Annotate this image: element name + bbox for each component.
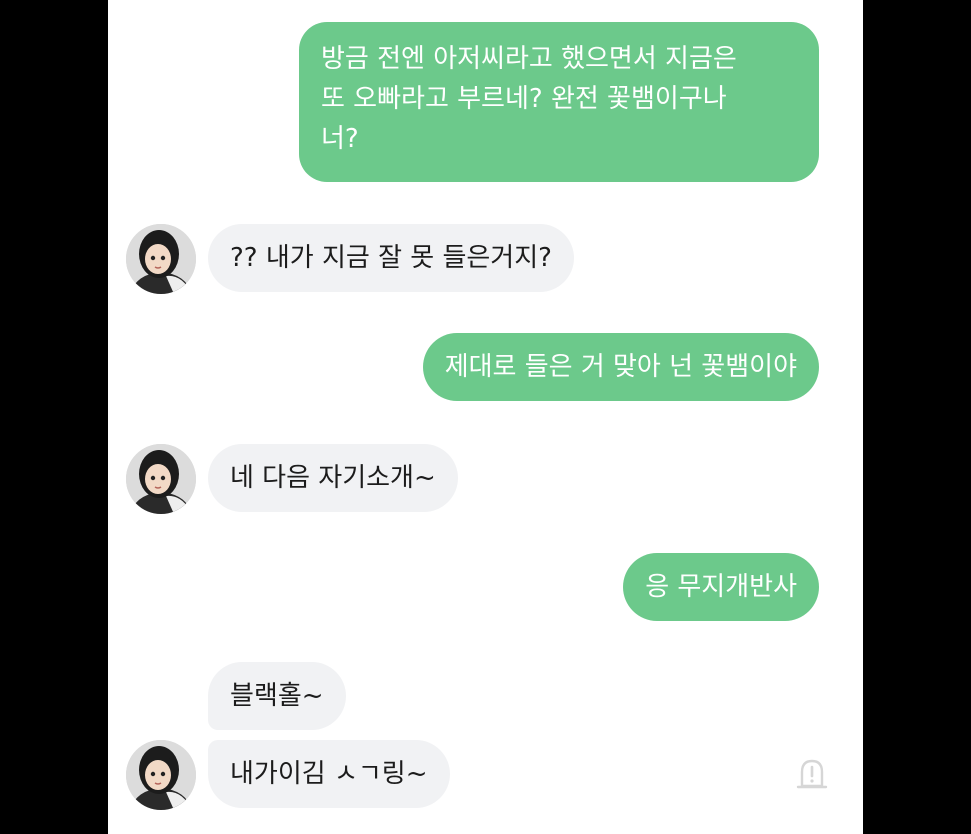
message-line: 방금 전엔 아저씨라고 했으면서 지금은: [321, 44, 737, 74]
chat-panel: 방금 전엔 아저씨라고 했으면서 지금은 또 오빠라고 부르네? 완전 꽃뱀이구…: [108, 0, 863, 834]
message-line: 또 오빠라고 부르네? 완전 꽃뱀이구나: [321, 84, 727, 114]
message-text: 제대로 들은 거 맞아 넌 꽃뱀이야: [444, 352, 797, 382]
avatar[interactable]: [126, 444, 196, 514]
outgoing-message-bubble[interactable]: 제대로 들은 거 맞아 넌 꽃뱀이야: [422, 333, 819, 401]
incoming-message-bubble[interactable]: 내가이김 ㅅㄱ링~: [208, 740, 450, 808]
avatar[interactable]: [126, 224, 196, 294]
outgoing-message-bubble[interactable]: 방금 전엔 아저씨라고 했으면서 지금은 또 오빠라고 부르네? 완전 꽃뱀이구…: [299, 22, 819, 182]
message-text: 네 다음 자기소개~: [230, 463, 436, 493]
avatar-illustration-icon: [126, 224, 196, 294]
avatar-illustration-icon: [126, 740, 196, 810]
message-line: 너?: [321, 124, 359, 154]
incoming-message-bubble[interactable]: 네 다음 자기소개~: [208, 444, 458, 512]
message-text: 응 무지개반사: [645, 572, 797, 602]
outgoing-message-bubble[interactable]: 응 무지개반사: [623, 553, 819, 621]
message-text: ?? 내가 지금 잘 못 들은거지?: [230, 243, 552, 273]
avatar-illustration-icon: [126, 444, 196, 514]
incoming-message-bubble[interactable]: 블랙홀~: [208, 662, 346, 730]
avatar[interactable]: [126, 740, 196, 810]
alert-siren-icon: [796, 759, 828, 789]
incoming-message-bubble[interactable]: ?? 내가 지금 잘 못 들은거지?: [208, 224, 574, 292]
report-button[interactable]: [795, 756, 829, 792]
message-text: 내가이김 ㅅㄱ링~: [230, 759, 428, 789]
message-text: 블랙홀~: [230, 681, 324, 711]
